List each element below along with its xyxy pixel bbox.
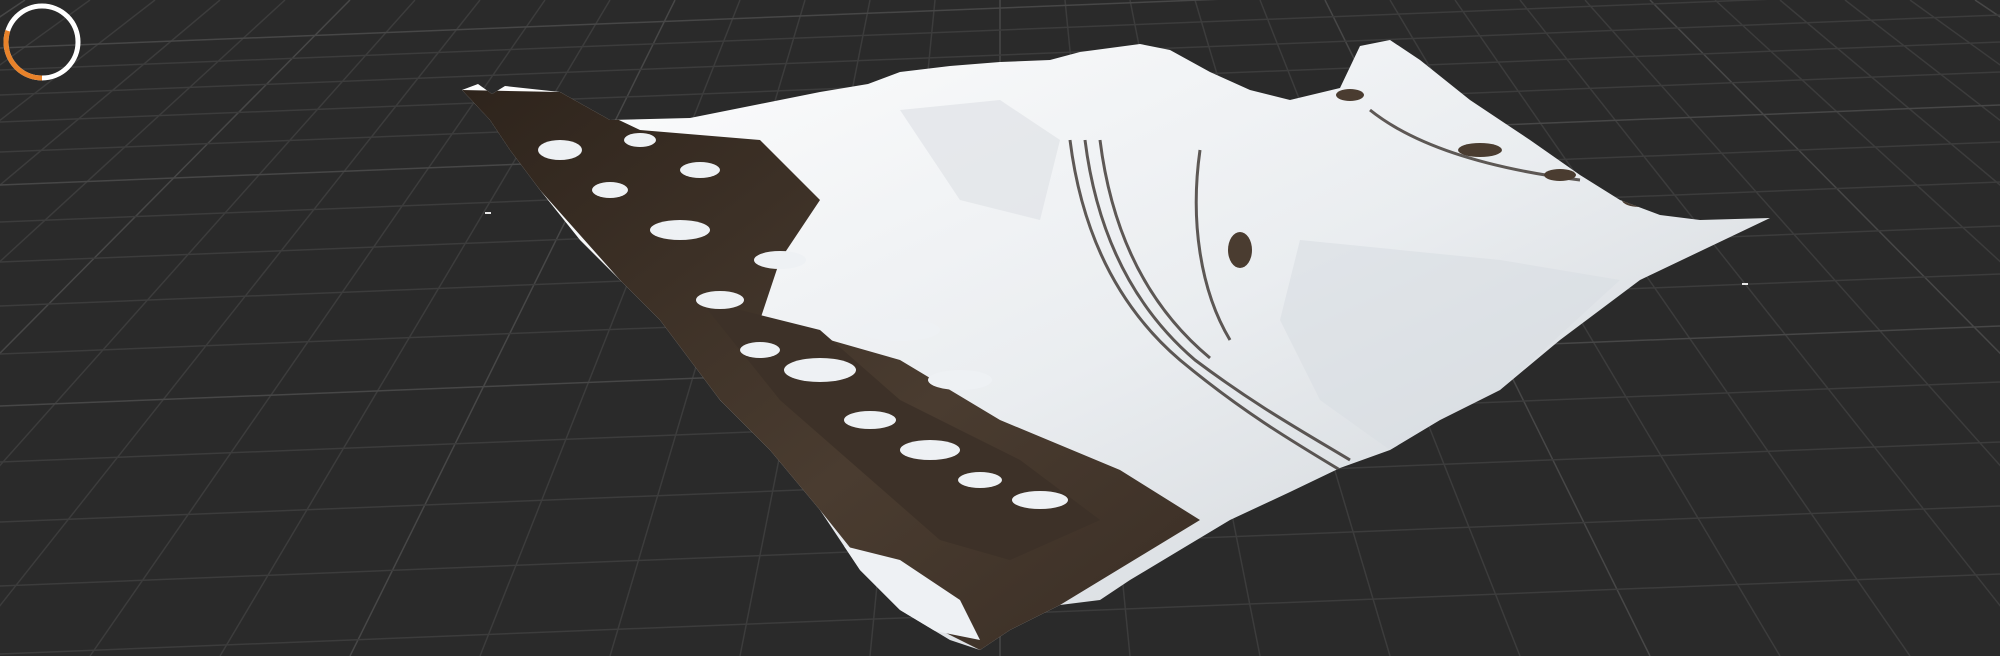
grid-line	[1519, 0, 2000, 607]
grid-line	[0, 0, 91, 66]
scene-viewport[interactable]	[0, 0, 2000, 656]
grid-line	[0, 0, 156, 122]
grid-line	[0, 0, 286, 263]
grid-line	[1974, 0, 2000, 18]
grid-line	[0, 0, 26, 18]
viewport-canvas[interactable]	[0, 0, 2000, 656]
grid-line	[0, 0, 481, 607]
grid-line	[1844, 0, 2000, 122]
loading-ring-icon	[3, 3, 81, 81]
grid-line	[0, 0, 351, 355]
grid-line	[0, 0, 416, 467]
grid-line	[0, 0, 221, 187]
